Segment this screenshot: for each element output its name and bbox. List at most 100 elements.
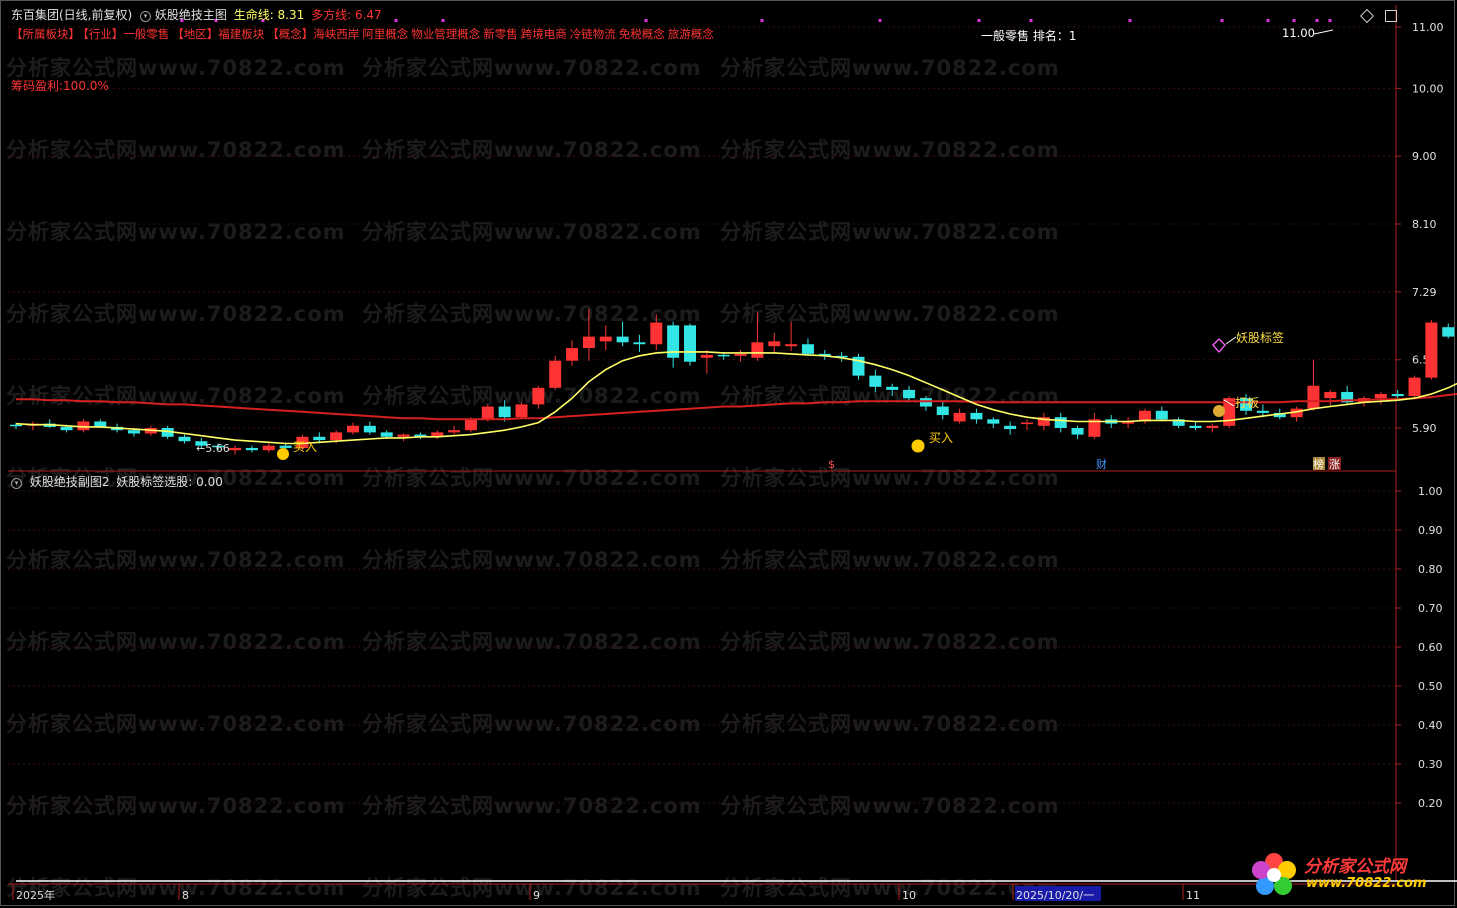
candle-body <box>970 412 983 420</box>
sector-tag[interactable]: 阿里概念 <box>362 27 408 41</box>
candle[interactable] <box>1374 391 1387 405</box>
candle[interactable] <box>599 325 612 351</box>
candle[interactable] <box>363 421 376 435</box>
candle[interactable] <box>1324 389 1337 407</box>
candle[interactable] <box>1021 419 1033 431</box>
sector-tag[interactable]: 免税概念 <box>619 27 665 41</box>
stock-title[interactable]: 东百集团(日线,前复权) <box>11 8 132 22</box>
finance-event-marker: 财 <box>1096 457 1107 471</box>
lifeline-label: 生命线: 8.31 <box>233 8 305 22</box>
sector-tag[interactable]: 新零售 <box>483 27 518 41</box>
candle[interactable] <box>347 422 359 435</box>
candle[interactable] <box>1341 385 1354 405</box>
sector-tag[interactable]: 跨境电商 <box>521 27 567 41</box>
candle[interactable] <box>1189 421 1202 431</box>
signal-dot <box>1328 19 1332 22</box>
sub-y-tick-label: 1.00 <box>1418 485 1443 498</box>
candle[interactable] <box>1172 417 1185 428</box>
sector-tag[interactable]: 物业管理概念 <box>411 27 480 41</box>
chips-profit: 筹码盈利:100.0% <box>11 79 109 93</box>
sector-tag[interactable]: 【地区】福建板块 <box>172 27 264 41</box>
sub-y-tick-label: 0.30 <box>1418 758 1443 771</box>
candle[interactable] <box>566 340 579 366</box>
stock-chart[interactable]: 11.0010.009.008.107.296.565.90 1.000.900… <box>0 0 1457 908</box>
candle[interactable] <box>869 369 882 392</box>
candle[interactable] <box>616 321 629 347</box>
sector-tag[interactable]: 【概念】海峡西岸 <box>267 27 359 41</box>
candle[interactable] <box>1122 417 1135 428</box>
sector-tag[interactable]: 冷链物流 <box>570 27 616 41</box>
sub-y-tick-label: 0.20 <box>1418 797 1443 810</box>
smiley-icon <box>277 448 289 460</box>
candle[interactable] <box>903 385 916 403</box>
dropdown-icon[interactable]: ▾ <box>140 11 152 22</box>
candle[interactable] <box>245 445 258 453</box>
candle[interactable] <box>1054 412 1067 433</box>
candle-body <box>1425 322 1438 378</box>
candle[interactable] <box>886 383 899 397</box>
candle[interactable] <box>852 353 865 380</box>
candle-body <box>515 404 528 418</box>
candle[interactable] <box>1442 323 1455 339</box>
candle[interactable] <box>582 308 595 361</box>
sector-tag[interactable]: 【所属板块】 <box>11 27 80 41</box>
x-tick-label: 2025/10/20/一 <box>1016 889 1094 902</box>
candle[interactable] <box>1155 406 1168 422</box>
candle-body <box>886 386 899 390</box>
signal-dot <box>878 19 882 22</box>
candle[interactable] <box>987 417 1000 428</box>
candle[interactable] <box>448 425 461 435</box>
maximize-icon[interactable] <box>1385 10 1398 22</box>
candle[interactable] <box>515 402 528 420</box>
candle-body <box>229 447 242 451</box>
candle-body <box>178 436 191 442</box>
candle[interactable] <box>178 434 191 444</box>
sub-indicator-name[interactable]: 妖股绝技副图2 <box>30 475 110 489</box>
window-controls <box>1359 6 1398 25</box>
buy-signal-label: 买入 <box>929 431 953 445</box>
candle[interactable] <box>1004 421 1017 435</box>
candle-body <box>684 325 696 362</box>
indicator-name[interactable]: 妖股绝技主图 <box>155 8 227 22</box>
candle[interactable] <box>532 385 545 409</box>
candle[interactable] <box>549 355 562 390</box>
candle-body <box>94 421 107 427</box>
candle[interactable] <box>919 396 932 411</box>
signal-dot <box>644 19 648 22</box>
dropdown-icon[interactable]: ▾ <box>11 478 22 489</box>
sector-tag[interactable]: 【行业】一般零售 <box>83 27 169 41</box>
candle[interactable] <box>1307 359 1320 411</box>
sector-tag[interactable]: 旅游概念 <box>668 27 714 41</box>
x-tick-label: 9 <box>533 889 540 902</box>
candle[interactable] <box>936 402 949 420</box>
candle[interactable] <box>1425 319 1438 380</box>
candle[interactable] <box>43 419 56 428</box>
limit-up-label: 打板 <box>1235 396 1259 410</box>
grid-lines <box>8 26 1396 804</box>
candle-body <box>532 387 545 405</box>
candle[interactable] <box>684 323 696 366</box>
candle[interactable] <box>650 314 663 351</box>
candle[interactable] <box>262 443 275 453</box>
candle[interactable] <box>801 338 814 356</box>
candle[interactable] <box>970 408 983 424</box>
candle-body <box>1408 377 1421 397</box>
candle[interactable] <box>229 445 242 455</box>
candle-body <box>464 419 477 431</box>
candle[interactable] <box>414 432 427 440</box>
candle[interactable] <box>768 332 781 354</box>
candle[interactable] <box>1088 412 1101 440</box>
candle[interactable] <box>431 430 444 440</box>
candle[interactable] <box>785 321 798 351</box>
candle[interactable] <box>26 421 39 431</box>
candle[interactable] <box>1290 406 1303 422</box>
candle[interactable] <box>700 350 713 374</box>
diamond-icon[interactable] <box>1359 8 1375 24</box>
candle[interactable] <box>633 334 646 352</box>
candle-body <box>801 344 814 354</box>
candle[interactable] <box>953 408 966 424</box>
candle[interactable] <box>1408 375 1421 399</box>
candle[interactable] <box>667 321 680 368</box>
candle-body <box>1189 425 1202 428</box>
sub-indicator-value: 妖股标签选股: 0.00 <box>116 475 223 489</box>
